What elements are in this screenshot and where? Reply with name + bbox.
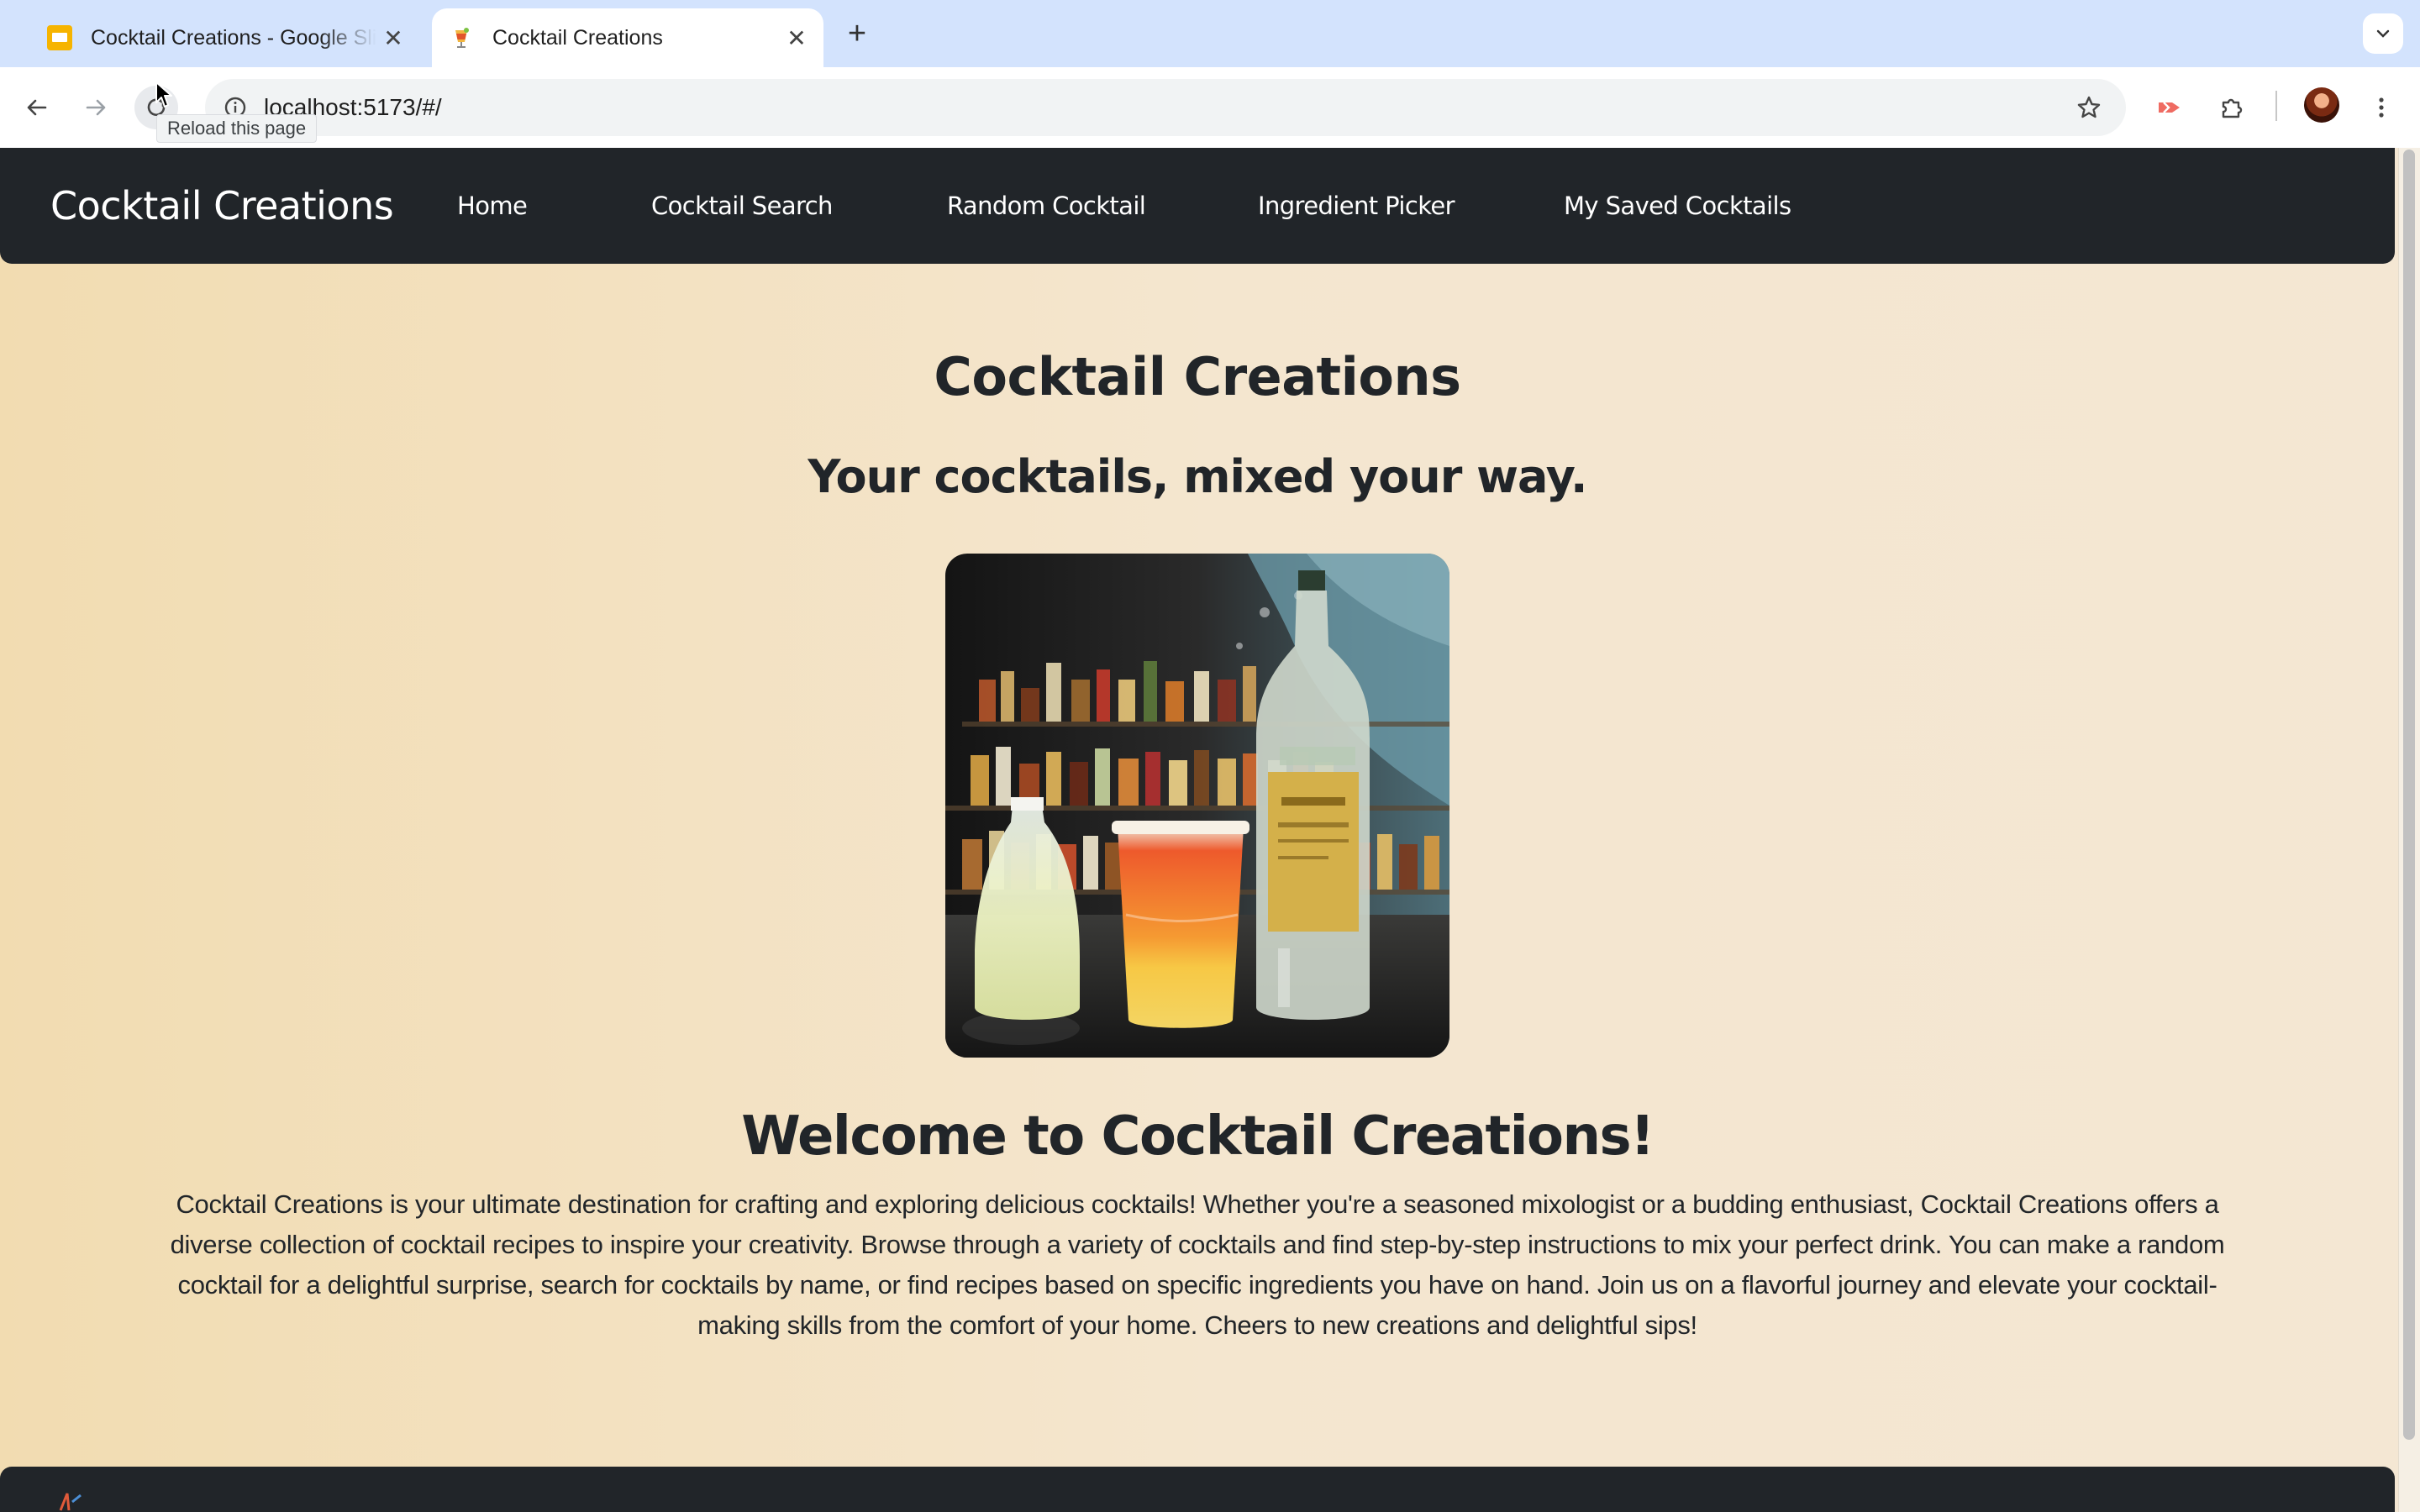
footer-logo-icon <box>59 1493 82 1511</box>
chevron-down-icon <box>2376 29 2390 38</box>
bookmark-star-icon[interactable] <box>2069 87 2109 128</box>
hero-title: Cocktail Creations <box>934 346 1461 407</box>
browser-toolbar: localhost:5173/#/ <box>0 67 2420 148</box>
browser-menu-icon[interactable] <box>2360 86 2403 129</box>
nav-link-my-saved-cocktails[interactable]: My Saved Cocktails <box>1564 148 1791 264</box>
toolbar-divider <box>2275 91 2277 121</box>
close-tab-icon[interactable]: ✕ <box>780 21 813 55</box>
nav-link-random-cocktail[interactable]: Random Cocktail <box>947 148 1146 264</box>
profile-avatar[interactable] <box>2304 87 2339 123</box>
nav-link-cocktail-search[interactable]: Cocktail Search <box>651 148 833 264</box>
mouse-cursor-icon <box>155 81 172 108</box>
nav-link-home[interactable]: Home <box>457 148 528 264</box>
page-scrollbar[interactable] <box>2398 148 2420 1512</box>
tab-search-button[interactable] <box>2363 13 2403 54</box>
address-bar[interactable]: localhost:5173/#/ <box>205 79 2126 136</box>
new-tab-button[interactable]: + <box>839 15 876 52</box>
tab-google-slides[interactable]: Cocktail Creations - Google Slides ✕ <box>30 8 420 67</box>
screen-recorder-extension-icon[interactable] <box>2148 86 2191 129</box>
close-tab-icon[interactable]: ✕ <box>376 21 410 55</box>
site-footer <box>0 1467 2395 1512</box>
tab-title: Cocktail Creations - Google Slides <box>91 25 376 50</box>
google-slides-icon <box>47 25 72 50</box>
back-button[interactable] <box>15 86 59 129</box>
welcome-heading: Welcome to Cocktail Creations! <box>741 1105 1655 1168</box>
forward-arrow-icon <box>86 99 106 116</box>
site-brand[interactable]: Cocktail Creations <box>50 148 394 264</box>
nav-link-ingredient-picker[interactable]: Ingredient Picker <box>1258 148 1455 264</box>
forward-button[interactable] <box>74 86 118 129</box>
site-navbar: Cocktail Creations Home Cocktail Search … <box>0 148 2395 264</box>
hero-cocktail-photo <box>945 554 1449 1058</box>
scrollbar-thumb[interactable] <box>2403 150 2415 1440</box>
welcome-body-text: Cocktail Creations is your ultimate dest… <box>170 1189 2225 1340</box>
hero-tagline: Your cocktails, mixed your way. <box>808 450 1587 503</box>
tab-title: Cocktail Creations <box>492 25 663 50</box>
page-viewport: Cocktail Creations Home Cocktail Search … <box>0 148 2420 1512</box>
cocktail-favicon <box>449 25 474 50</box>
back-arrow-icon <box>27 99 47 116</box>
reload-tooltip: Reload this page <box>156 114 318 143</box>
tab-strip: Cocktail Creations - Google Slides ✕ Coc… <box>0 0 2420 67</box>
extensions-puzzle-icon[interactable] <box>2210 86 2254 129</box>
tab-cocktail-creations[interactable]: Cocktail Creations ✕ <box>432 8 823 67</box>
